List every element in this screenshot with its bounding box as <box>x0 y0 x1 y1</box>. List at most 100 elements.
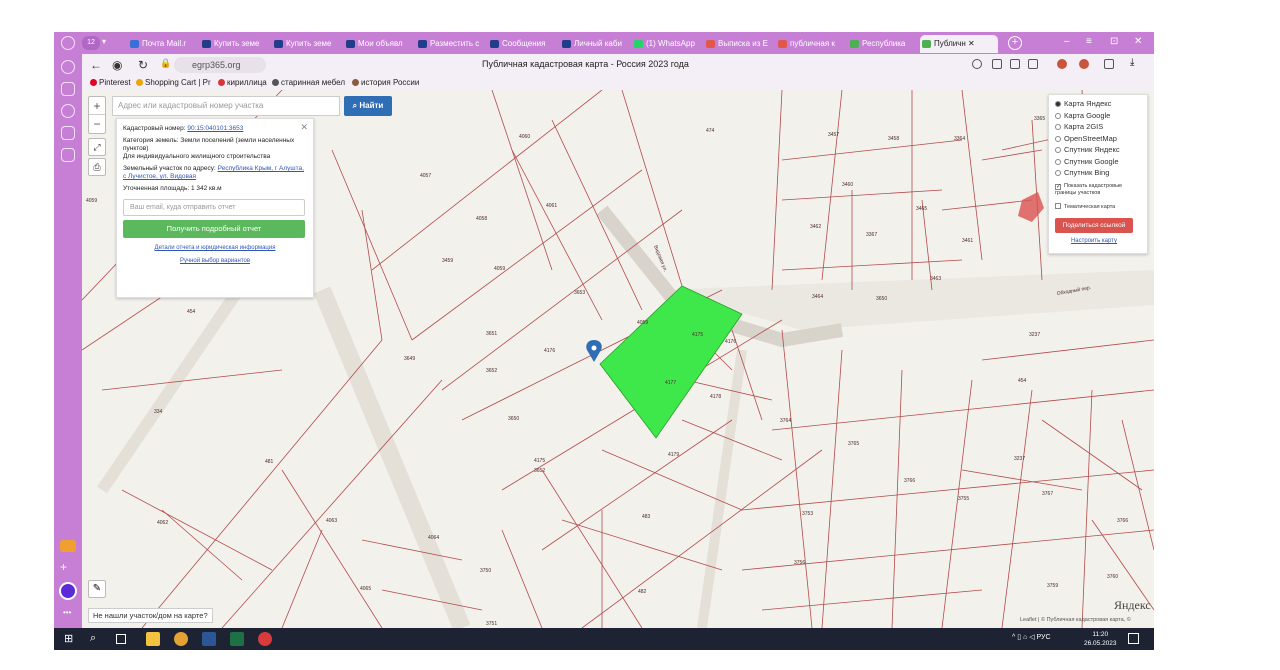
layer-option-3[interactable]: OpenStreetMap <box>1055 134 1143 146</box>
get-report-button[interactable]: Получить подробный отчет <box>123 220 305 238</box>
tab-7[interactable]: (1) WhatsApp <box>632 35 702 53</box>
parcel-number[interactable]: 4058 <box>476 216 487 222</box>
parcel-number[interactable]: 4063 <box>326 518 337 524</box>
bookmark-bar-icon[interactable]: ≡ <box>1086 36 1092 47</box>
layer-option-6[interactable]: Спутник Bing <box>1055 168 1143 180</box>
parcel-number[interactable]: 3650 <box>876 296 887 302</box>
parcel-number[interactable]: 3649 <box>404 356 415 362</box>
radio-icon[interactable] <box>1055 147 1061 153</box>
tab-list-chevron-icon[interactable]: ▾ <box>102 37 106 46</box>
parcel-number[interactable]: 4175 <box>534 458 545 464</box>
input-language[interactable]: РУС <box>1037 634 1051 641</box>
radio-icon[interactable] <box>1055 124 1061 130</box>
parcel-number[interactable]: 4060 <box>519 134 530 140</box>
collections-icon[interactable] <box>61 82 75 96</box>
parcel-number[interactable]: 3457 <box>828 132 839 138</box>
parcel-number[interactable]: 3653 <box>574 290 585 296</box>
parcel-number[interactable]: 4059 <box>494 266 505 272</box>
fullscreen-icon[interactable]: ⤢ <box>88 138 106 156</box>
parcel-number[interactable]: 3464 <box>812 294 823 300</box>
zoom-out-button[interactable]: − <box>89 115 105 133</box>
layer-option-0[interactable]: Карта Яндекс <box>1055 99 1143 111</box>
parcel-number[interactable]: 3652 <box>534 468 545 474</box>
tray-icons[interactable]: ^ ▯ ⌂ ◁ <box>1012 634 1037 641</box>
parcel-number[interactable]: 3465 <box>916 206 927 212</box>
clock[interactable]: 11:20 26.05.2023 <box>1084 630 1117 648</box>
parcel-number[interactable]: 3364 <box>954 136 965 142</box>
parcel-number[interactable]: 4177 <box>665 380 676 386</box>
bookmark-1[interactable]: Shopping Cart | Pr <box>136 78 211 87</box>
tab-4[interactable]: Разместить с <box>416 35 486 53</box>
parcel-number[interactable]: 3463 <box>930 276 941 282</box>
downloads-icon[interactable]: ⤓ <box>1130 58 1140 69</box>
back-icon[interactable]: ← <box>90 58 102 72</box>
notifications-icon[interactable] <box>1128 633 1139 644</box>
profile-icon[interactable] <box>61 36 75 50</box>
parcel-number[interactable]: 4057 <box>420 173 431 179</box>
parcel-number[interactable]: 3458 <box>888 136 899 142</box>
location-pin-icon[interactable] <box>586 340 602 362</box>
word-icon[interactable] <box>202 632 216 646</box>
more-icon[interactable]: ••• <box>63 608 71 617</box>
heart-icon[interactable] <box>60 540 76 552</box>
clock-icon[interactable] <box>61 60 75 74</box>
translate-icon[interactable] <box>972 59 982 69</box>
tab-11[interactable]: Публичн ✕ <box>920 35 998 53</box>
alice-icon[interactable] <box>59 582 77 600</box>
parcel-number[interactable]: 3764 <box>780 418 791 424</box>
bookmark-4[interactable]: история России <box>352 78 419 87</box>
close-window-icon[interactable]: ✕ <box>1134 36 1142 47</box>
parcel-number[interactable]: 4059 <box>86 198 97 204</box>
parcel-number[interactable]: 4179 <box>668 452 679 458</box>
tab-8[interactable]: Выписка из Е <box>704 35 774 53</box>
parcel-number[interactable]: 3460 <box>842 182 853 188</box>
share-link-button[interactable]: Поделиться ссылкой <box>1055 218 1133 233</box>
tab-6[interactable]: Личный каби <box>560 35 630 53</box>
tab-1[interactable]: Купить земе <box>200 35 270 53</box>
cadastral-map[interactable]: 4060 474 3457 3458 3364 3365 4061 4057 4058 4059 3… <box>82 90 1154 628</box>
tab-counter-icon[interactable]: 12 <box>82 36 100 50</box>
tab-10[interactable]: Республика <box>848 35 918 53</box>
parcel-number[interactable]: 3237 <box>1014 456 1025 462</box>
parcel-number[interactable]: 3651 <box>486 331 497 337</box>
reader-icon[interactable] <box>992 59 1002 69</box>
parcel-number[interactable]: 3237 <box>1029 332 1040 338</box>
parcel-number[interactable]: 474 <box>706 128 715 134</box>
radio-icon[interactable] <box>1055 112 1061 119</box>
search-input[interactable]: Адрес или кадастровый номер участка <box>112 96 340 116</box>
radio-icon[interactable] <box>1055 135 1061 142</box>
details-link[interactable]: Детали отчета и юридическая информация <box>155 245 276 251</box>
add-icon[interactable]: + <box>60 560 67 574</box>
parcel-number[interactable]: 3766 <box>1117 518 1128 524</box>
parcel-number[interactable]: 3760 <box>1107 574 1118 580</box>
checkbox-icon[interactable] <box>1055 202 1061 209</box>
counter-icon[interactable] <box>61 126 75 140</box>
parcel-number[interactable]: 454 <box>1018 378 1027 384</box>
marked-parcel[interactable] <box>1018 192 1044 222</box>
yandex-browser-icon[interactable] <box>258 632 272 646</box>
not-found-link[interactable]: Не нашли участок/дом на карте? <box>88 608 213 623</box>
parcel-number[interactable]: 3756 <box>794 560 805 566</box>
parcel-number[interactable]: 483 <box>642 514 651 520</box>
parcel-number[interactable]: 3650 <box>508 416 519 422</box>
parcel-number[interactable]: 4062 <box>157 520 168 526</box>
parcel-number[interactable]: 4064 <box>428 535 439 541</box>
bookmark-0[interactable]: Pinterest <box>90 78 131 87</box>
radio-icon[interactable] <box>1055 158 1061 165</box>
edit-pencil-icon[interactable]: ✎ <box>88 580 106 598</box>
radio-icon[interactable] <box>1055 101 1061 107</box>
email-field[interactable]: Ваш email, куда отправить отчет <box>123 199 305 216</box>
parcel-number[interactable]: 481 <box>265 459 274 465</box>
parcel-number[interactable]: 3365 <box>1034 116 1045 122</box>
parcel-number[interactable]: 3765 <box>848 441 859 447</box>
parcel-number[interactable]: 3751 <box>486 621 497 627</box>
radio-icon[interactable] <box>1055 170 1061 176</box>
parcel-number[interactable]: 4176 <box>725 339 736 345</box>
task-view-icon[interactable] <box>116 634 126 644</box>
search-button[interactable]: ⌕ Найти <box>344 96 392 116</box>
tab-close-icon[interactable]: ✕ <box>966 39 975 48</box>
parcel-number[interactable]: 454 <box>187 309 196 315</box>
windows-start-icon[interactable]: ⊞ <box>64 632 78 646</box>
manual-choice-link[interactable]: Ручной выбор вариантов <box>180 258 250 264</box>
close-icon[interactable]: ✕ <box>300 122 308 133</box>
